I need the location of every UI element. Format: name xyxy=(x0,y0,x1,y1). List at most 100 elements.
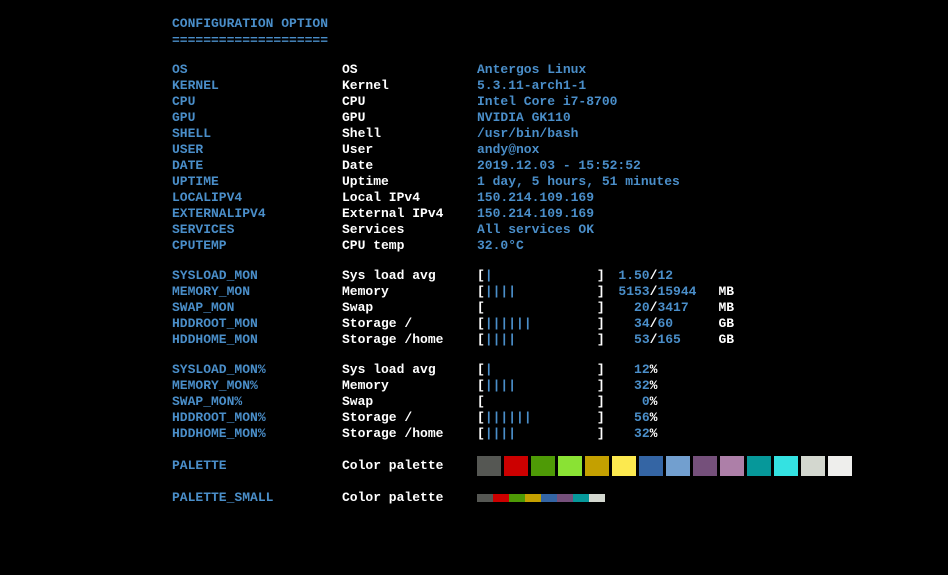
info-row: LOCALIPV4Local IPv4150.214.109.169 xyxy=(172,190,948,206)
info-key: SHELL xyxy=(172,126,342,142)
monitor-slash: / xyxy=(650,284,658,300)
info-row: SERVICESServicesAll services OK xyxy=(172,222,948,238)
info-label: Shell xyxy=(342,126,477,142)
info-key: DATE xyxy=(172,158,342,174)
monitor-unit: MB xyxy=(718,284,748,300)
monitor-unit: MB xyxy=(718,300,748,316)
monitor-key: SYSLOAD_MON xyxy=(172,268,342,284)
pct-symbol: % xyxy=(650,394,658,410)
color-swatch xyxy=(801,456,825,476)
color-swatch-small xyxy=(589,494,605,502)
monitor-slash: / xyxy=(650,300,658,316)
palette-small-key: PALETTE_SMALL xyxy=(172,490,342,506)
info-row: CPUCPUIntel Core i7-8700 xyxy=(172,94,948,110)
info-row: DATEDate2019.12.03 - 15:52:52 xyxy=(172,158,948,174)
info-label: GPU xyxy=(342,110,477,126)
monitor-pct-value: 56 xyxy=(605,410,650,426)
info-row: USERUserandy@nox xyxy=(172,142,948,158)
info-value: 1 day, 5 hours, 51 minutes xyxy=(477,174,680,190)
monitor-total: 12 xyxy=(657,268,712,284)
info-value: 32.0°C xyxy=(477,238,524,254)
color-swatch-small xyxy=(557,494,573,502)
monitor-row: HDDROOT_MONStorage /[||||||]34/60GB xyxy=(172,316,948,332)
info-label: CPU temp xyxy=(342,238,477,254)
monitor-row: SWAP_MONSwap[]20/3417MB xyxy=(172,300,948,316)
monitor-pct-value: 0 xyxy=(605,394,650,410)
monitors-section: SYSLOAD_MONSys load avg[|]1.50/12MEMORY_… xyxy=(172,268,948,348)
monitor-bar: [||||] xyxy=(477,284,605,300)
color-swatch-small xyxy=(509,494,525,502)
monitor-bar: [||||] xyxy=(477,332,605,348)
color-swatch xyxy=(585,456,609,476)
monitor-pct-bar: [||||] xyxy=(477,378,605,394)
info-key: LOCALIPV4 xyxy=(172,190,342,206)
info-label: Kernel xyxy=(342,78,477,94)
color-swatch xyxy=(720,456,744,476)
color-swatch xyxy=(531,456,555,476)
monitor-label: Memory xyxy=(342,284,477,300)
info-row: CPUTEMPCPU temp32.0°C xyxy=(172,238,948,254)
monitor-total: 15944 xyxy=(657,284,712,300)
palette-label: Color palette xyxy=(342,458,477,474)
monitor-pct-key: HDDROOT_MON% xyxy=(172,410,342,426)
info-label: CPU xyxy=(342,94,477,110)
monitor-key: HDDROOT_MON xyxy=(172,316,342,332)
info-value: /usr/bin/bash xyxy=(477,126,578,142)
monitor-pct-key: SYSLOAD_MON% xyxy=(172,362,342,378)
monitor-pct-row: SWAP_MON%Swap[]0 % xyxy=(172,394,948,410)
monitor-slash: / xyxy=(650,268,658,284)
monitor-total: 60 xyxy=(657,316,712,332)
info-key: USER xyxy=(172,142,342,158)
color-swatch-small xyxy=(525,494,541,502)
monitor-used: 5153 xyxy=(605,284,650,300)
monitor-label: Sys load avg xyxy=(342,268,477,284)
color-swatch xyxy=(774,456,798,476)
monitor-row: MEMORY_MONMemory[||||]5153/15944 MB xyxy=(172,284,948,300)
config-header: CONFIGURATION OPTION xyxy=(172,16,948,31)
monitor-pct-row: HDDROOT_MON%Storage /[||||||]56 % xyxy=(172,410,948,426)
monitor-pct-value: 32 xyxy=(605,426,650,442)
info-row: KERNELKernel5.3.11-arch1-1 xyxy=(172,78,948,94)
palette-row: PALETTE Color palette xyxy=(172,456,948,476)
monitor-key: SWAP_MON xyxy=(172,300,342,316)
info-value: 2019.12.03 - 15:52:52 xyxy=(477,158,641,174)
monitor-used: 53 xyxy=(605,332,650,348)
info-value: andy@nox xyxy=(477,142,539,158)
monitor-pct-value: 12 xyxy=(605,362,650,378)
color-swatch xyxy=(477,456,501,476)
header-divider: ==================== xyxy=(172,33,948,48)
palette-key: PALETTE xyxy=(172,458,342,474)
monitor-pct-bar: [|] xyxy=(477,362,605,378)
monitor-bar: [||||||] xyxy=(477,316,605,332)
palette-swatches xyxy=(477,456,852,476)
monitor-pct-label: Storage /home xyxy=(342,426,477,442)
monitor-key: MEMORY_MON xyxy=(172,284,342,300)
info-label: User xyxy=(342,142,477,158)
info-row: GPUGPUNVIDIA GK110 xyxy=(172,110,948,126)
pct-symbol: % xyxy=(650,378,658,394)
monitor-pct-label: Sys load avg xyxy=(342,362,477,378)
color-swatch xyxy=(666,456,690,476)
monitor-pct-row: HDDHOME_MON%Storage /home[||||]32 % xyxy=(172,426,948,442)
info-label: Services xyxy=(342,222,477,238)
info-label: Local IPv4 xyxy=(342,190,477,206)
info-value: 5.3.11-arch1-1 xyxy=(477,78,586,94)
color-swatch xyxy=(693,456,717,476)
monitor-pct-key: HDDHOME_MON% xyxy=(172,426,342,442)
palette-small-row: PALETTE_SMALL Color palette xyxy=(172,490,948,506)
info-value: Intel Core i7-8700 xyxy=(477,94,617,110)
monitor-pct-label: Memory xyxy=(342,378,477,394)
monitor-used: 34 xyxy=(605,316,650,332)
monitor-slash: / xyxy=(650,332,658,348)
monitor-pct-row: SYSLOAD_MON%Sys load avg[|]12 % xyxy=(172,362,948,378)
info-value: 150.214.109.169 xyxy=(477,206,594,222)
monitor-unit: GB xyxy=(718,332,748,348)
color-swatch-small xyxy=(541,494,557,502)
info-row: SHELLShell/usr/bin/bash xyxy=(172,126,948,142)
info-row: OSOSAntergos Linux xyxy=(172,62,948,78)
monitor-label: Storage / xyxy=(342,316,477,332)
info-key: KERNEL xyxy=(172,78,342,94)
info-section: OSOSAntergos LinuxKERNELKernel5.3.11-arc… xyxy=(172,62,948,254)
monitor-bar: [] xyxy=(477,300,605,316)
palette-small-swatches xyxy=(477,494,605,502)
